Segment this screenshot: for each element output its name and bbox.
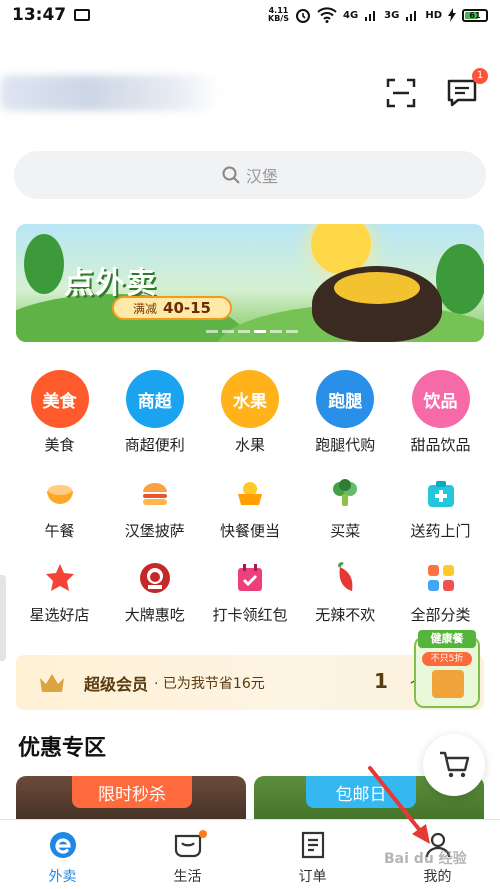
category-grid: 美食 美食 商超 商超便利 水果 水果 跑腿 跑腿代购 饮品 甜品饮品 午餐 汉… [12,370,488,625]
location-blurred[interactable] [0,75,220,111]
order-list-icon [301,831,324,859]
cart-button[interactable] [423,734,485,796]
supermarket-icon: 商超 [125,370,184,428]
edge-handle[interactable] [0,575,6,661]
category-dapai[interactable]: 大牌惠吃 [107,561,202,625]
section-title: 优惠专区 [18,736,107,761]
member-subtitle: · 已为我节省16元 [154,675,265,692]
charging-icon [448,8,456,22]
sim1-label: 4G [342,9,359,21]
message-icon[interactable] [446,78,478,108]
hotpot-image [312,266,442,342]
drink-icon: 饮品 [411,370,470,428]
scan-icon[interactable] [386,78,416,108]
food-icon: 美食 [30,370,89,428]
category-label: 甜品饮品 [410,436,471,454]
tab-shenghuo[interactable]: 生活 [125,820,250,889]
tree-decoration [24,234,64,294]
search-input[interactable]: 汉堡 [14,151,486,199]
category-shuiguo[interactable]: 水果 水果 [203,370,298,455]
tree-decoration-2 [436,244,484,314]
category-hanbao[interactable]: 汉堡披萨 [107,477,202,541]
category-row-primary: 美食 美食 商超 商超便利 水果 水果 跑腿 跑腿代购 饮品 甜品饮品 [12,370,488,455]
search-icon [222,166,240,184]
category-daka[interactable]: 打卡领红包 [203,561,298,625]
meal-box-icon [432,670,464,698]
health-title: 健康餐 [418,630,476,648]
burger-icon [142,483,167,505]
search-placeholder: 汉堡 [245,167,278,186]
profile-icon [425,832,450,858]
rice-bowl-icon [46,485,73,504]
message-badge: 1 [472,68,488,84]
status-bar: 13:47 4.11 KB/S 4G 3G HD 61 [0,0,500,30]
home-header: 1 [0,60,500,130]
tab-waimai[interactable]: 外卖 [0,820,125,889]
alarm-icon [295,9,310,23]
category-label: 水果 [234,436,265,454]
check-in-icon [238,564,262,591]
category-yinpin[interactable]: 饮品 甜品饮品 [393,370,488,455]
category-label: 商超便利 [124,436,185,454]
star-shop-icon [45,564,74,591]
battery-icon: 61 [462,8,488,22]
net-speed: 4.11 KB/S [268,6,289,23]
fast-food-icon [238,482,262,505]
member-title: 超级会员 [84,674,149,694]
crown-icon [40,673,64,692]
vegetable-icon [333,479,358,506]
sim2-label: 3G [384,9,400,21]
wifi-icon [317,7,337,23]
category-row-secondary: 午餐 汉堡披萨 快餐便当 买菜 送药上门 [12,477,488,541]
tab-dingdan[interactable]: 订单 [250,820,375,889]
chili-icon [338,562,353,591]
category-paotui[interactable]: 跑腿 跑腿代购 [298,370,393,455]
health-subtitle: 不只5折 [422,652,472,666]
signal-icon [365,11,376,21]
category-xingxuan[interactable]: 星选好店 [12,561,107,625]
status-time: 13:47 [12,5,67,25]
category-label: 跑腿代购 [315,436,376,454]
life-bag-icon [174,834,201,858]
category-maicai[interactable]: 买菜 [298,477,393,541]
category-shangchao[interactable]: 商超 商超便利 [107,370,202,455]
category-wucan[interactable]: 午餐 [12,477,107,541]
health-meal-float[interactable]: 健康餐 不只5折 [410,628,484,712]
banner-discount-tag: 满减 40-15 [112,296,232,320]
category-kuaican[interactable]: 快餐便当 [203,477,298,541]
free-shipping-tag: 包邮日 [306,776,416,808]
notification-icon [74,9,91,21]
promo-banner[interactable]: 点外卖 满减 40-15 [16,224,484,342]
banner-pagination [206,330,298,333]
bottom-tab-bar: 外卖 生活 订单 我的 [0,819,500,889]
life-new-dot [199,830,207,838]
flash-sale-tag: 限时秒杀 [72,776,192,808]
category-label: 美食 [44,436,75,454]
fruit-icon: 水果 [221,370,279,428]
tab-wode[interactable]: 我的 [375,820,500,889]
waimai-e-icon [49,832,76,858]
signal-icon-2 [406,11,417,21]
hd-label: HD [425,9,442,21]
errand-icon: 跑腿 [316,370,375,428]
category-row-tertiary: 星选好店 大牌惠吃 打卡领红包 无辣不欢 全部分类 [12,561,488,625]
medicine-box-icon [427,481,454,507]
status-indicators: 4.11 KB/S 4G 3G HD 61 [268,7,488,23]
category-wula[interactable]: 无辣不欢 [298,561,393,625]
kfc-logo-icon [139,563,170,593]
all-categories-icon [427,565,454,591]
cart-icon [440,751,470,778]
category-songyao[interactable]: 送药上门 [393,477,488,541]
category-meishi[interactable]: 美食 美食 [12,370,107,455]
category-quanbu[interactable]: 全部分类 [393,561,488,625]
member-count: 1 [374,669,388,693]
